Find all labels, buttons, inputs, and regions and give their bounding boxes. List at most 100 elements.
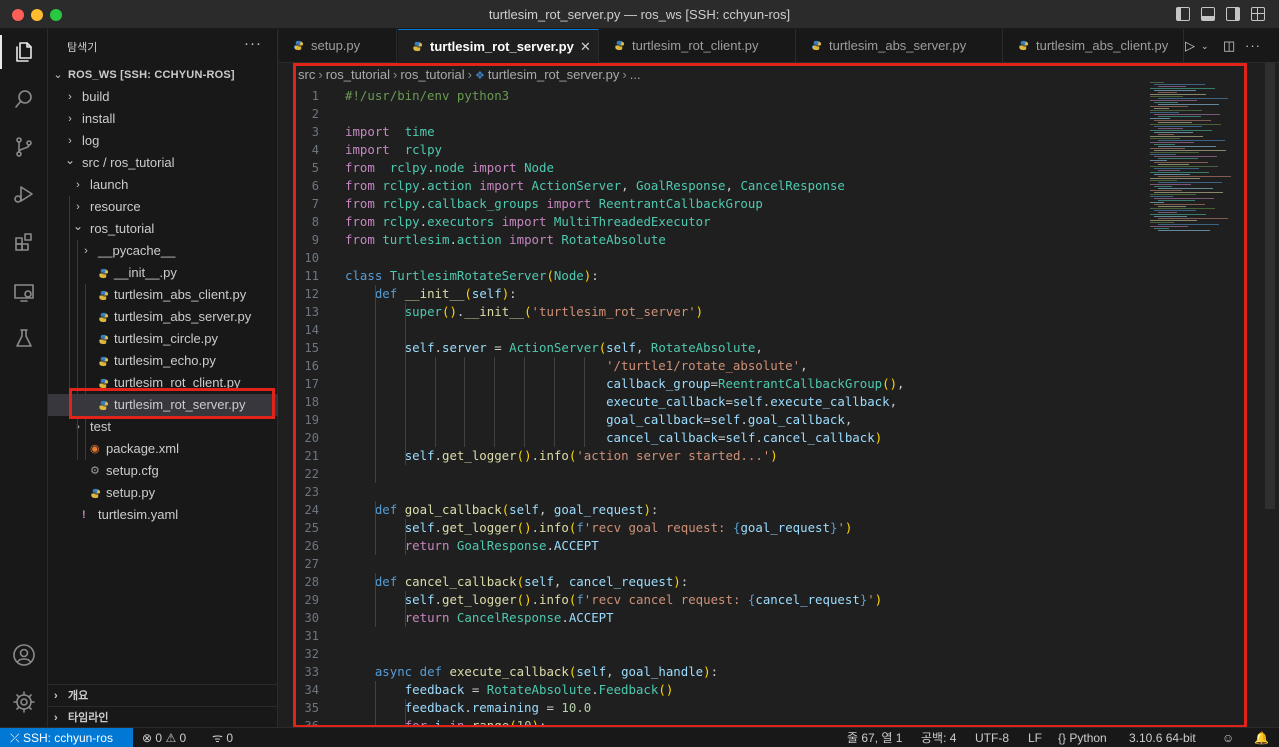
minimap-line	[1150, 190, 1182, 191]
code-line: callback_group=ReentrantCallbackGroup(),	[606, 376, 905, 391]
chevron-right-icon: ›	[68, 113, 72, 125]
minimap-line	[1158, 176, 1231, 177]
line-number: 6	[311, 179, 319, 193]
run-python-file-icon[interactable]: ▷	[1185, 38, 1195, 54]
tree-item[interactable]: __init__.py	[48, 262, 278, 284]
tree-item-label: install	[82, 111, 116, 126]
source-control-icon[interactable]	[0, 124, 48, 170]
editor-scrollbar[interactable]	[1265, 63, 1275, 509]
tree-item[interactable]: turtlesim_circle.py	[48, 328, 278, 350]
minimap-line	[1158, 122, 1192, 123]
customize-layout-icon[interactable]	[1251, 7, 1265, 21]
end-of-line[interactable]: LF	[1028, 728, 1042, 747]
tab-setup[interactable]: setup.py	[279, 29, 397, 63]
timeline-section[interactable]: › 타임라인	[48, 706, 278, 728]
tree-item[interactable]: › test	[48, 416, 278, 438]
python-file-icon	[98, 378, 109, 389]
editor-more-actions-icon[interactable]: ···	[1245, 38, 1261, 53]
minimap-line	[1154, 186, 1172, 187]
tree-item[interactable]: setup.py	[48, 482, 278, 504]
tree-item[interactable]: › log	[48, 130, 278, 152]
minimap-line	[1154, 204, 1205, 205]
code-line: async def execute_callback(self, goal_ha…	[374, 664, 719, 679]
search-icon[interactable]	[0, 76, 48, 122]
toggle-secondary-sidebar-icon[interactable]	[1226, 7, 1240, 21]
minimap-line	[1150, 220, 1197, 221]
remote-indicator[interactable]: ⤫ SSH: cchyun-ros	[0, 728, 133, 747]
line-number: 25	[304, 521, 319, 535]
outline-label: 개요	[68, 690, 89, 702]
python-interpreter[interactable]: 3.10.6 64-bit	[1129, 728, 1196, 747]
run-debug-icon[interactable]	[0, 171, 48, 217]
notifications-bell-icon[interactable]: 🔔	[1254, 728, 1269, 747]
code-line: goal_callback=self.goal_callback,	[606, 412, 853, 427]
more-actions-icon[interactable]: ···	[244, 35, 262, 52]
toggle-primary-sidebar-icon[interactable]	[1176, 7, 1190, 21]
remote-label: SSH: cchyun-ros	[22, 731, 113, 745]
tree-item[interactable]: ◉ package.xml	[48, 438, 278, 460]
indent-guide	[404, 519, 406, 555]
code-area[interactable]: 1 #!/usr/bin/env python3 2 3 import time 4 imp…	[293, 84, 1245, 727]
minimap-line	[1154, 150, 1226, 151]
minimap-line	[1150, 112, 1179, 113]
indentation[interactable]: 공백: 4	[921, 728, 956, 747]
language-mode[interactable]: {} Python	[1058, 728, 1107, 747]
tree-item[interactable]: turtlesim_rot_client.py	[48, 372, 278, 394]
tab-turtlesim-abs-client[interactable]: turtlesim_abs_client.py	[1004, 29, 1184, 63]
tree-item[interactable]: ! turtlesim.yaml	[48, 504, 278, 526]
tree-item[interactable]: › __pycache__	[48, 240, 278, 262]
tab-label: turtlesim_abs_client.py	[1036, 38, 1169, 53]
tree-item[interactable]: › build	[48, 86, 278, 108]
minimap-line	[1154, 132, 1193, 133]
tree-item[interactable]: › launch	[48, 174, 278, 196]
encoding[interactable]: UTF-8	[975, 728, 1009, 747]
title-bar: turtlesim_rot_server.py — ros_ws [SSH: c…	[0, 0, 1279, 29]
tab-turtlesim-rot-server[interactable]: turtlesim_rot_server.py ✕	[398, 29, 599, 64]
account-icon[interactable]	[0, 632, 48, 678]
run-options-chevron-icon[interactable]: ⌄	[1201, 41, 1209, 52]
minimap-line	[1154, 168, 1199, 169]
explorer-icon[interactable]	[0, 29, 48, 75]
problems-indicator[interactable]: ⊗ 0 ⚠ 0	[142, 728, 186, 747]
tree-item-label: __init__.py	[114, 265, 177, 280]
settings-gear-icon[interactable]	[0, 679, 48, 725]
workspace-root[interactable]: ⌄ ROS_WS [SSH: CCHYUN-ROS]	[48, 64, 278, 86]
code-editor[interactable]: 1 #!/usr/bin/env python3 2 3 import time 4 imp…	[293, 62, 1245, 727]
tree-item[interactable]: ⚙ setup.cfg	[48, 460, 278, 482]
chevron-right-icon: ›	[54, 712, 58, 724]
line-number: 13	[304, 305, 319, 319]
tree-item[interactable]: turtlesim_rot_server.py	[48, 394, 278, 416]
feedback-icon[interactable]: ☺	[1222, 728, 1234, 747]
remote-explorer-icon[interactable]	[0, 269, 48, 315]
tree-item[interactable]: turtlesim_abs_client.py	[48, 284, 278, 306]
minimap[interactable]	[1150, 82, 1235, 232]
tree-item[interactable]: turtlesim_abs_server.py	[48, 306, 278, 328]
line-number: 34	[304, 683, 319, 697]
tree-item[interactable]: ⌄ ros_tutorial	[48, 218, 278, 240]
indent-guide	[374, 681, 376, 727]
code-line: from rclpy.action import ActionServer, G…	[345, 178, 845, 193]
toggle-panel-icon[interactable]	[1201, 7, 1215, 21]
tree-item[interactable]: turtlesim_echo.py	[48, 350, 278, 372]
outline-section[interactable]: › 개요	[48, 684, 278, 706]
cursor-position[interactable]: 줄 67, 열 1	[847, 728, 902, 747]
tree-item[interactable]: › install	[48, 108, 278, 130]
ports-indicator[interactable]: ᯤ 0	[212, 728, 233, 747]
python-file-icon	[98, 268, 109, 279]
line-number: 28	[304, 575, 319, 589]
line-number: 18	[304, 395, 319, 409]
split-editor-icon[interactable]: ◫	[1223, 38, 1235, 54]
minimap-line	[1150, 196, 1173, 197]
python-file-icon	[293, 40, 304, 51]
tab-turtlesim-abs-server[interactable]: turtlesim_abs_server.py	[797, 29, 1003, 63]
python-file-icon	[98, 400, 109, 411]
extensions-icon[interactable]	[0, 219, 48, 265]
tab-turtlesim-rot-client[interactable]: turtlesim_rot_client.py	[600, 29, 796, 63]
close-icon[interactable]: ✕	[580, 30, 591, 64]
indent-guide	[434, 357, 436, 447]
tree-item[interactable]: ⌄ src / ros_tutorial	[48, 152, 278, 174]
indent-guide	[583, 357, 585, 447]
code-line: #!/usr/bin/env python3	[345, 88, 510, 103]
testing-icon[interactable]	[0, 316, 48, 362]
indent-guide	[404, 699, 406, 727]
